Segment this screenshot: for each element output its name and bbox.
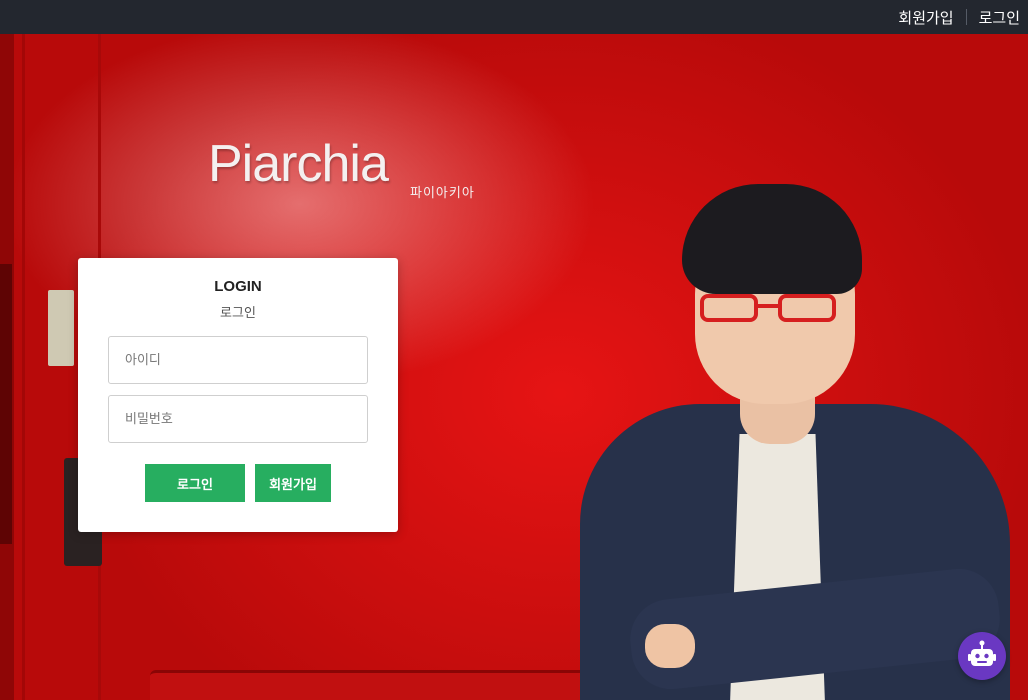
person-photo — [570, 154, 1028, 700]
top-navigation-bar: 회원가입 로그인 — [0, 0, 1028, 34]
login-link[interactable]: 로그인 — [979, 7, 1020, 28]
login-card: LOGIN 로그인 로그인 회원가입 — [78, 258, 398, 532]
door-panel — [0, 264, 12, 544]
hair — [682, 184, 862, 294]
signup-link[interactable]: 회원가입 — [898, 7, 953, 28]
lens — [778, 294, 836, 322]
hinge-plate — [48, 290, 74, 366]
id-input[interactable] — [108, 336, 368, 384]
red-glasses — [700, 294, 845, 328]
robot-icon — [968, 640, 996, 666]
password-input[interactable] — [108, 395, 368, 443]
brand-logo: Piarchia — [208, 135, 389, 193]
signup-button[interactable]: 회원가입 — [255, 464, 331, 502]
nav-divider — [965, 9, 967, 25]
login-subtitle: 로그인 — [220, 306, 256, 321]
brand-logo-korean: 파이아키아 — [410, 185, 475, 200]
glasses-bridge — [756, 304, 780, 308]
login-button[interactable]: 로그인 — [145, 464, 245, 502]
login-title: LOGIN — [214, 278, 262, 295]
lens — [700, 294, 758, 322]
door-seam — [22, 34, 25, 700]
red-rail — [150, 670, 620, 700]
hand — [645, 624, 695, 668]
chatbot-button[interactable] — [958, 632, 1006, 680]
